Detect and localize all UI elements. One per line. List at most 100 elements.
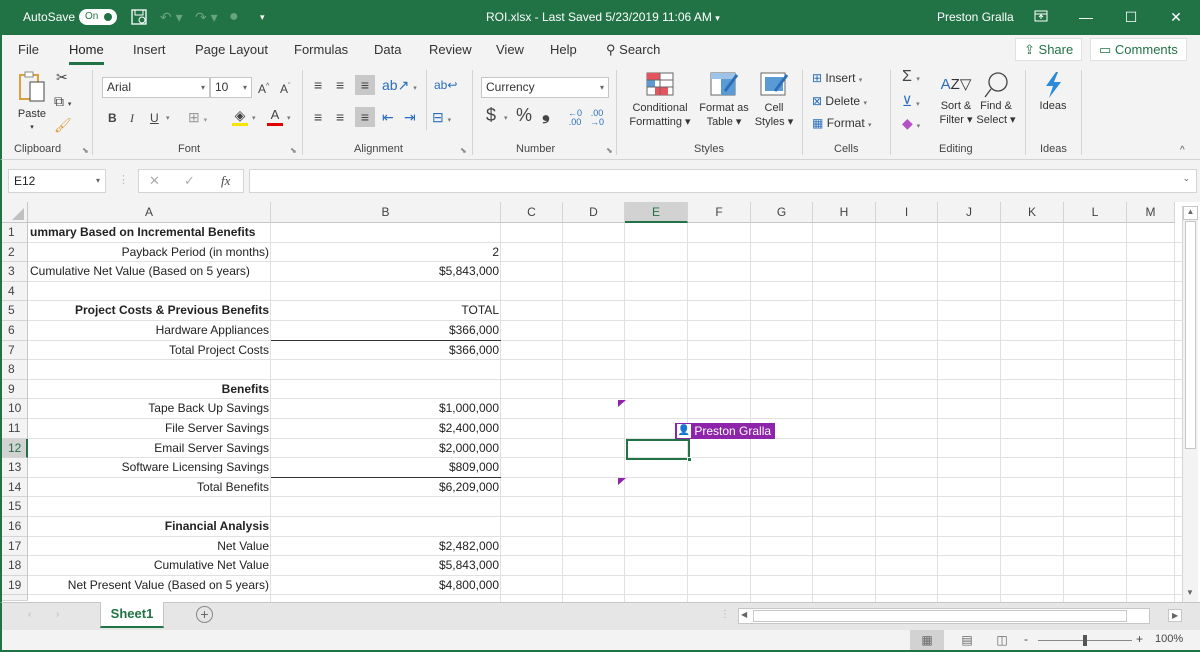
chevron-down-icon[interactable]: ▾ <box>166 111 170 127</box>
comma-style-button[interactable]: ❟ <box>542 103 550 123</box>
row-header-7[interactable]: 7 <box>2 340 28 361</box>
vertical-scroll-thumb[interactable] <box>1185 221 1196 449</box>
cell-B13[interactable]: $809,000 <box>273 458 499 478</box>
percent-style-button[interactable]: % <box>516 106 532 124</box>
chevron-down-icon[interactable]: ▾ <box>504 111 508 127</box>
maximize-button[interactable]: ☐ <box>1116 6 1146 28</box>
vertical-scrollbar[interactable]: ▲ ▼ <box>1182 206 1198 602</box>
cell-B12[interactable]: $2,000,000 <box>273 439 499 459</box>
conditional-formatting-button[interactable]: Conditional Formatting ▾ <box>624 71 696 129</box>
row-header-18[interactable]: 18 <box>2 556 28 576</box>
cell-B14[interactable]: $6,209,000 <box>273 478 499 498</box>
cell-A4[interactable] <box>30 282 269 302</box>
ideas-button[interactable]: Ideas <box>1034 71 1072 113</box>
tab-data[interactable]: Data <box>374 42 401 57</box>
cell-B16[interactable] <box>273 517 499 537</box>
cell-B1[interactable] <box>273 223 499 243</box>
italic-button[interactable]: I <box>130 110 134 126</box>
row-header-8[interactable]: 8 <box>2 360 28 380</box>
fill-color-icon[interactable]: ◈ <box>232 107 248 126</box>
row-header-17[interactable]: 17 <box>2 536 28 557</box>
ribbon-display-icon[interactable] <box>1026 6 1056 28</box>
borders-icon[interactable]: ⊞ ▾ <box>188 109 207 129</box>
cell-B19[interactable]: $4,800,000 <box>273 576 499 596</box>
column-header-h[interactable]: H <box>813 202 876 223</box>
cell-A3[interactable]: Cumulative Net Value (Based on 5 years) <box>30 262 269 282</box>
cell-B3[interactable]: $5,843,000 <box>273 262 499 282</box>
column-header-j[interactable]: J <box>938 202 1001 223</box>
row-header-10[interactable]: 10 <box>2 399 28 419</box>
row-header-12[interactable]: 12 <box>2 438 28 459</box>
add-sheet-button[interactable]: + <box>196 606 213 623</box>
horizontal-scrollbar[interactable]: ◀ <box>738 608 1150 624</box>
font-size-select[interactable]: 10 ▾ <box>210 77 252 98</box>
row-header-6[interactable]: 6 <box>2 321 28 341</box>
cell-B11[interactable]: $2,400,000 <box>273 419 499 439</box>
tab-formulas[interactable]: Formulas <box>294 42 348 57</box>
cell-A14[interactable]: Total Benefits <box>30 478 269 498</box>
row-header-20[interactable] <box>2 595 28 602</box>
scroll-down-icon[interactable]: ▼ <box>1183 588 1197 602</box>
cell-B17[interactable]: $2,482,000 <box>273 537 499 557</box>
collapse-ribbon-icon[interactable]: ^ <box>1180 143 1185 159</box>
cell-styles-button[interactable]: Cell Styles ▾ <box>752 71 796 129</box>
select-all-button[interactable] <box>2 202 28 223</box>
clear-icon[interactable]: ◆ ▾ <box>902 115 920 135</box>
user-name[interactable]: Preston Gralla <box>937 10 1014 24</box>
cell-A6[interactable]: Hardware Appliances <box>30 321 269 341</box>
cell-A5[interactable]: Project Costs & Previous Benefits <box>30 301 269 321</box>
formula-input[interactable]: ⌄ <box>249 169 1197 193</box>
page-layout-view-icon[interactable]: ▤ <box>957 630 977 650</box>
decrease-indent-icon[interactable]: ⇤ <box>382 109 394 125</box>
chevron-down-icon[interactable]: ▾ <box>252 111 256 127</box>
row-header-13[interactable]: 13 <box>2 458 28 478</box>
align-right-icon[interactable]: ≡ <box>355 107 375 127</box>
cell-B15[interactable] <box>273 497 499 517</box>
tab-split-grip-icon[interactable]: ⋮ <box>720 609 730 620</box>
cell-A7[interactable]: Total Project Costs <box>30 341 269 361</box>
redo-icon[interactable]: ↷ ▾ <box>195 8 218 26</box>
sort-filter-button[interactable]: AZ▽ Sort & Filter ▾ <box>936 71 976 127</box>
row-header-5[interactable]: 5 <box>2 301 28 321</box>
dialog-launcher-icon[interactable]: ⬊ <box>82 143 89 159</box>
align-left-icon[interactable]: ≡ <box>314 109 322 125</box>
decrease-decimal-icon[interactable]: .00 →0 <box>590 109 604 127</box>
column-header-b[interactable]: B <box>271 202 501 223</box>
cell-A11[interactable]: File Server Savings <box>30 419 269 439</box>
column-header-c[interactable]: C <box>501 202 563 223</box>
sheet-tab-sheet1[interactable]: Sheet1 <box>100 602 164 628</box>
tab-home[interactable]: Home <box>69 42 104 65</box>
insert-cells-button[interactable]: ⊞ Insert ▾ <box>812 71 862 88</box>
cell-A8[interactable] <box>30 360 269 380</box>
search-box[interactable]: ⚲ Search <box>606 42 660 58</box>
align-center-icon[interactable]: ≡ <box>336 109 344 125</box>
decrease-font-icon[interactable]: Aˇ <box>280 79 290 97</box>
cell-A17[interactable]: Net Value <box>30 537 269 557</box>
merge-center-icon[interactable]: ⊟ ▾ <box>432 109 451 129</box>
find-select-button[interactable]: Find & Select ▾ <box>976 71 1016 127</box>
page-break-view-icon[interactable]: ◫ <box>992 630 1012 650</box>
column-header-d[interactable]: D <box>563 202 625 223</box>
cell-A19[interactable]: Net Present Value (Based on 5 years) <box>30 576 269 596</box>
dialog-launcher-icon[interactable]: ⬊ <box>460 143 467 159</box>
cell-B5[interactable]: TOTAL <box>273 301 499 321</box>
zoom-out-button[interactable]: - <box>1024 632 1028 646</box>
delete-cells-button[interactable]: ⊠ Delete ▾ <box>812 94 867 111</box>
customize-qat-icon[interactable]: ▾ <box>260 8 265 26</box>
cell-A10[interactable]: Tape Back Up Savings <box>30 399 269 419</box>
document-title[interactable]: ROI.xlsx - Last Saved 5/23/2019 11:06 AM… <box>486 10 720 24</box>
cell-B10[interactable]: $1,000,000 <box>273 399 499 419</box>
scroll-right-icon[interactable]: ▶ <box>1168 609 1183 622</box>
row-header-19[interactable]: 19 <box>2 575 28 596</box>
enter-icon[interactable]: ✓ <box>184 173 195 189</box>
scroll-left-icon[interactable]: ◀ <box>741 610 747 619</box>
cell-A1[interactable]: ummary Based on Incremental Benefits <box>30 223 269 243</box>
column-header-g[interactable]: G <box>751 202 813 223</box>
orientation-icon[interactable]: ab↗ ▾ <box>382 77 417 97</box>
cell-A9[interactable]: Benefits <box>30 380 269 400</box>
minimize-button[interactable]: — <box>1071 6 1101 28</box>
expand-formula-bar-icon[interactable]: ⌄ <box>1182 173 1190 184</box>
spreadsheet-grid[interactable]: ABCDEFGHIJKLM 1 ummary Based on Increment… <box>0 202 1200 615</box>
cell-A13[interactable]: Software Licensing Savings <box>30 458 269 478</box>
formula-bar-grip-icon[interactable]: ⋮ <box>118 173 129 186</box>
